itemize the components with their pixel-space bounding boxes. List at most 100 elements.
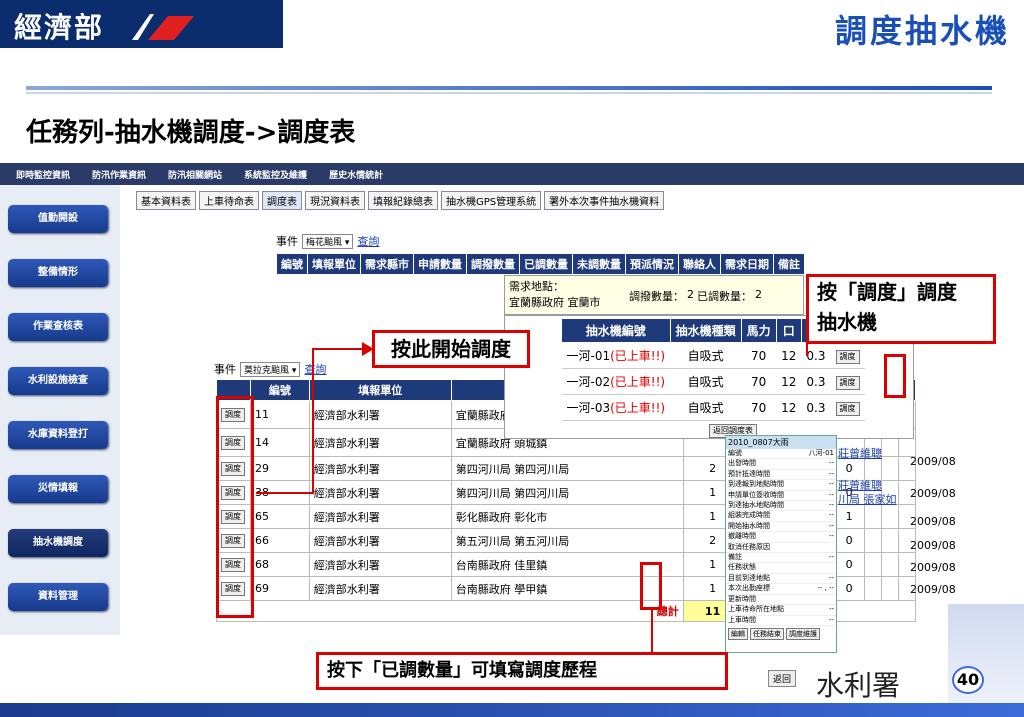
history-row: 出發時間 --	[726, 459, 836, 470]
end-task-button[interactable]: 任務結束	[750, 627, 784, 640]
logo-bar: 經濟部	[0, 0, 283, 48]
pump-status: (已上車!!)	[610, 349, 666, 363]
top-header-table: 編號 填報單位 需求縣市 申請數量 調撥數量 已調數量 未調數量 預派情況 聯絡…	[276, 253, 805, 275]
pump-mouth: 12	[776, 342, 802, 369]
history-key: 申請單位簽收時間	[728, 490, 784, 499]
history-row: 本次出勤座標 -- , --	[726, 584, 836, 595]
history-key: 上車待命所在地點	[728, 605, 784, 614]
sidebar-item-reservoir[interactable]: 水庫資料登打	[8, 421, 108, 449]
slide-subtitle: 任務列-抽水機調度->調度表	[26, 118, 356, 148]
sidebar-item-data[interactable]: 資料管理	[8, 583, 108, 611]
row-remaining: 1	[833, 504, 865, 529]
query-link[interactable]: 查詢	[304, 361, 326, 377]
history-value: --	[828, 469, 834, 478]
pump-dispatch-button[interactable]: 調度	[835, 375, 860, 390]
sidebar-item-prep[interactable]: 整備情形	[8, 259, 108, 287]
pump-id: 一河-03(已上車!!)	[561, 394, 671, 421]
history-row: 取消任務原因	[726, 543, 836, 554]
sidebar-item-disaster[interactable]: 災情填報	[8, 475, 108, 503]
pump-type: 自吸式	[670, 342, 742, 369]
sidebar-item-pump-dispatch[interactable]: 抽水機調度	[8, 529, 108, 557]
tab-standby[interactable]: 上車待命表	[199, 191, 259, 210]
allocated-label: 調撥數量：	[629, 290, 684, 303]
row-blank	[880, 456, 899, 481]
row-blank	[880, 528, 899, 553]
history-key: 備註	[728, 553, 742, 562]
callout-fill-history: 按下「已調數量」可填寫調度歷程	[316, 652, 728, 690]
tab-gps[interactable]: 抽水機GPS管理系統	[441, 191, 542, 210]
pump-type: 自吸式	[670, 368, 742, 395]
col-header: 抽水機編號	[561, 318, 671, 343]
tab-external[interactable]: 署外本次事件抽水機資料	[544, 191, 665, 210]
org-signature: 水利署	[816, 669, 901, 702]
callout-dispatch: 按「調度」調度 抽水機	[806, 274, 996, 344]
history-value: 八河-01	[808, 449, 834, 457]
date-cell: 2009/08	[910, 455, 956, 468]
history-key: 預計抵達時間	[728, 469, 770, 478]
menu-item-operations[interactable]: 防汛作業資訊	[92, 168, 146, 181]
tab-records[interactable]: 填報紀錄總表	[368, 191, 438, 210]
history-buttons: 編輯 任務結束 調度維護	[726, 626, 836, 642]
pump-row: 一河-03(已上車!!) 自吸式 70 12 0.3 調度	[561, 394, 865, 421]
edit-button[interactable]: 編輯	[728, 627, 748, 640]
dispatch-maintain-button[interactable]: 調度維護	[786, 627, 820, 640]
menu-item-history[interactable]: 歷史水情統計	[329, 168, 383, 181]
history-row: 申請單位簽收時間 --	[726, 490, 836, 502]
event-select[interactable]: 莫拉克颱風 ▾	[240, 361, 301, 377]
history-row: 任務狀態	[726, 563, 836, 574]
history-key: 編號	[728, 449, 742, 457]
pump-dispatch-button[interactable]: 調度	[835, 401, 860, 416]
pump-row: 一河-02(已上車!!) 自吸式 70 12 0.3 調度	[561, 368, 865, 395]
row-number: 69	[250, 576, 310, 601]
row-remaining: 0	[833, 528, 865, 553]
row-unit: 經濟部水利署	[308, 428, 452, 457]
pump-val: 0.3	[801, 368, 831, 395]
row-blank	[863, 528, 882, 553]
row-remaining: 0	[833, 576, 865, 601]
highlight-dispatched-count	[640, 562, 662, 610]
col-header: 馬力	[740, 318, 777, 343]
col-header: 編號	[250, 379, 310, 401]
menu-item-realtime[interactable]: 即時監控資訊	[16, 168, 70, 181]
history-row: 開始抽水時間 --	[726, 522, 836, 533]
history-key: 到達抽水地點時間	[728, 501, 784, 510]
col-header: 聯絡人	[678, 253, 721, 275]
col-header: 申請數量	[413, 253, 467, 275]
sidebar-item-duty[interactable]: 值勤開設	[8, 205, 108, 233]
row-remaining: 0	[833, 552, 865, 577]
col-header: 已調數量	[519, 253, 573, 275]
header-rule-thin	[26, 92, 992, 94]
history-value: --	[828, 553, 834, 562]
arrow-start-h	[256, 492, 314, 494]
top-menu: 即時監控資訊 防汛作業資訊 防汛相關網站 系統監控及維護 歷史水情統計	[0, 163, 1024, 185]
sidebar-item-facility[interactable]: 水利設施檢查	[8, 367, 108, 395]
pump-hp: 70	[741, 342, 777, 369]
event-select[interactable]: 梅花颱風 ▾	[302, 233, 354, 249]
arrow-head-icon	[362, 342, 374, 356]
history-row: 到達抽水地點時間 --	[726, 501, 836, 512]
menu-item-monitor[interactable]: 系統監控及維護	[244, 168, 307, 181]
tab-status[interactable]: 現況資料表	[305, 191, 365, 210]
pump-hp: 70	[741, 394, 777, 421]
history-value: --	[828, 490, 834, 499]
history-key: 任務狀態	[728, 563, 756, 572]
col-header: 需求縣市	[360, 253, 414, 275]
tab-basic[interactable]: 基本資料表	[136, 191, 196, 210]
date-cell: 2009/08	[910, 583, 956, 596]
tab-dispatch[interactable]: 調度表	[262, 191, 302, 210]
pump-dispatch-button[interactable]: 調度	[835, 349, 860, 364]
history-row: 撤離時間 --	[726, 532, 836, 543]
return-button[interactable]: 返回	[768, 670, 797, 687]
row-unit: 經濟部水利署	[308, 576, 452, 601]
contact-3: 川局 張家如	[838, 493, 897, 506]
menu-item-sites[interactable]: 防汛相關網站	[168, 168, 222, 181]
sidebar-item-checklist[interactable]: 作業查核表	[8, 313, 108, 341]
pump-mouth: 12	[776, 368, 802, 395]
query-link[interactable]: 查詢	[357, 233, 379, 249]
demand-counts: 調撥數量： 2 已調數量： 2	[629, 288, 762, 304]
history-value: --	[828, 501, 834, 510]
row-city: 彰化縣政府 彰化市	[450, 504, 684, 529]
history-value: --	[828, 573, 834, 582]
history-key: 本次出勤座標	[728, 584, 770, 593]
pump-row: 一河-01(已上車!!) 自吸式 70 12 0.3 調度	[561, 342, 865, 369]
